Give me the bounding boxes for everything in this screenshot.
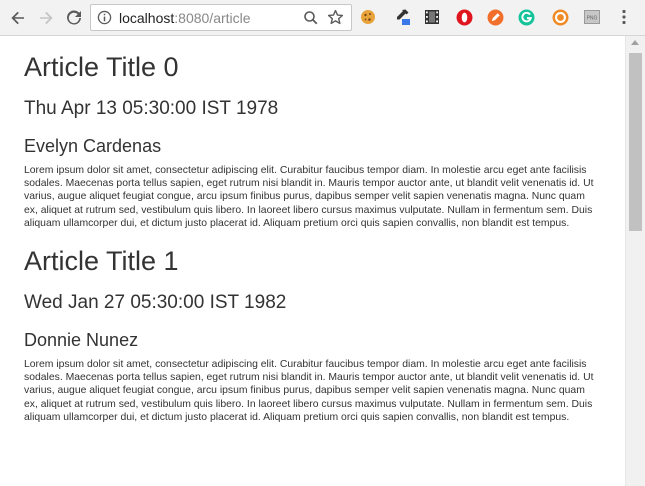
arrow-left-icon[interactable] [6,6,30,30]
article-1: Article Title 1 Wed Jan 27 05:30:00 IST … [0,245,625,424]
opera-icon[interactable] [455,8,473,26]
vertical-scrollbar[interactable] [625,36,645,486]
url-path: :8080/article [174,10,251,26]
scrollbar-thumb[interactable] [629,53,642,231]
pen-icon[interactable] [486,8,504,26]
article-date: Wed Jan 27 05:30:00 IST 1982 [24,292,287,314]
article-author: Evelyn Cardenas [24,136,162,156]
eyedropper-icon[interactable] [393,8,411,26]
image-extension-icon[interactable]: PNG [583,8,601,26]
article-0: Article Title 0 Thu Apr 13 05:30:00 IST … [0,36,625,230]
browser-toolbar: localhost:8080/article PNG [0,0,645,36]
article-title: Article Title 1 [24,246,179,277]
menu-icon[interactable] [615,8,633,26]
article-body: Lorem ipsum dolor sit amet, consectetur … [24,165,594,229]
arrow-right-icon[interactable] [34,6,58,30]
scroll-up-icon[interactable] [631,40,639,45]
page-content: Article Title 0 Thu Apr 13 05:30:00 IST … [0,36,625,486]
url-host: localhost [119,10,175,26]
article-date: Thu Apr 13 05:30:00 IST 1978 [24,98,279,119]
cookie-icon[interactable] [359,8,377,26]
info-icon[interactable] [97,10,112,25]
article-body: Lorem ipsum dolor sit amet, consectetur … [24,359,594,423]
lifebuoy-icon[interactable] [551,8,569,26]
address-bar[interactable]: localhost:8080/article [90,4,352,31]
star-icon[interactable] [327,9,344,26]
image-extension-badge: PNG [587,16,598,22]
article-author: Donnie Nunez [24,330,139,351]
grammarly-icon[interactable] [517,8,535,26]
zoom-icon[interactable] [303,10,319,26]
url-text[interactable]: localhost:8080/article [119,10,251,26]
article-title: Article Title 0 [24,52,179,82]
film-icon[interactable] [423,8,441,26]
reload-icon[interactable] [62,6,86,30]
